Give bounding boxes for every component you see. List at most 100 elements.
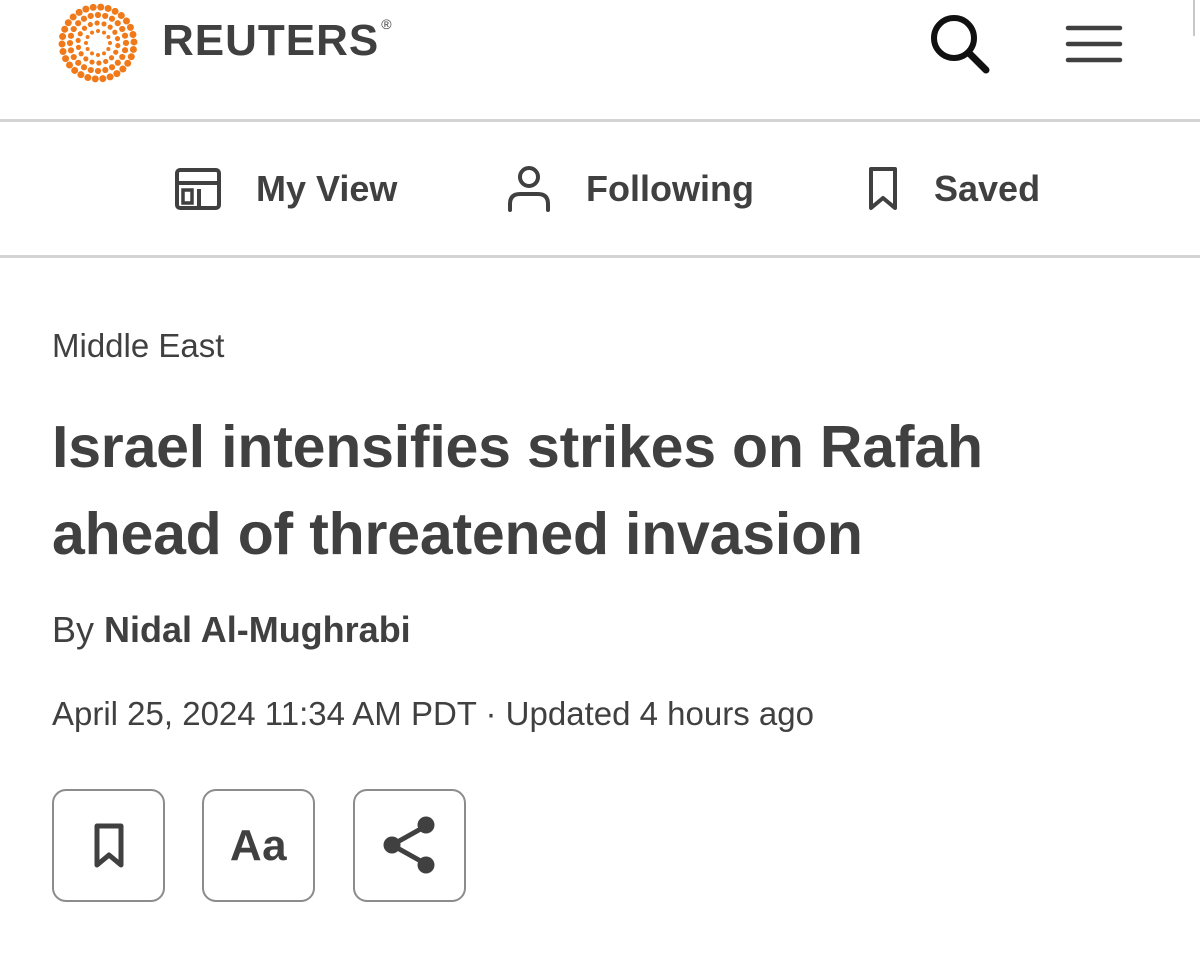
nav-label-saved: Saved xyxy=(934,168,1041,209)
logo-dot xyxy=(122,39,130,47)
registered-mark: ® xyxy=(381,16,393,32)
logo-dot xyxy=(90,30,94,35)
logo-dot xyxy=(91,75,99,83)
logo-dot xyxy=(85,47,90,51)
logo-dot xyxy=(75,20,82,27)
logo-dot xyxy=(117,12,125,20)
logo-dot xyxy=(112,29,118,35)
hamburger-menu-icon xyxy=(1065,25,1123,63)
menu-button[interactable] xyxy=(1064,22,1124,66)
section-link[interactable]: Middle East xyxy=(52,326,224,366)
logo-dot xyxy=(115,42,121,49)
logo-dot xyxy=(82,5,90,13)
logo-dot xyxy=(87,21,93,28)
logo-dot xyxy=(108,41,112,45)
logo-dot xyxy=(113,70,121,78)
logo-dot xyxy=(75,37,81,44)
logo-dot xyxy=(84,41,88,45)
logo-dot xyxy=(75,59,82,66)
logo-dot xyxy=(111,7,119,15)
headline-line-1: Israel intensifies strikes on Rafah xyxy=(52,414,983,480)
headline-line-2: ahead of threatened invasion xyxy=(52,501,863,567)
nav-label-following: Following xyxy=(586,168,754,209)
logo-dot xyxy=(96,29,100,33)
logo-dot xyxy=(119,53,126,61)
logo-dot xyxy=(89,3,97,11)
logo-dot xyxy=(87,66,94,74)
logo-dot xyxy=(67,32,75,39)
author-link[interactable]: Nidal Al-Mughrabi xyxy=(104,609,411,650)
logo-dot xyxy=(108,15,116,22)
logo-dot xyxy=(101,21,107,27)
logo-dot xyxy=(97,3,105,11)
save-article-button[interactable] xyxy=(52,789,165,902)
bookmark-icon xyxy=(94,823,123,867)
bookmark-icon xyxy=(869,167,897,210)
logo-dot xyxy=(104,4,112,12)
search-button[interactable] xyxy=(928,12,992,76)
share-button[interactable] xyxy=(353,789,466,902)
logo-dot xyxy=(114,59,121,66)
nav-divider xyxy=(0,255,1200,258)
logo-dot xyxy=(67,47,75,54)
logo-dot xyxy=(64,19,72,27)
logo-dot xyxy=(106,35,111,39)
logo-dot xyxy=(69,13,77,21)
logo-dot xyxy=(126,23,134,31)
logo-dot xyxy=(96,60,102,66)
logo-dot xyxy=(103,58,109,65)
logo-dot xyxy=(96,53,100,57)
logo-dot xyxy=(59,33,67,41)
user-nav: My View Following Saved xyxy=(0,123,1200,255)
nav-item-saved[interactable]: Saved xyxy=(866,123,1040,255)
logo-dot xyxy=(123,17,130,25)
logo-dot xyxy=(80,64,88,71)
logo-dot xyxy=(89,59,95,65)
logo-dot xyxy=(106,47,111,51)
logo-dot xyxy=(58,40,66,48)
logo-dot xyxy=(114,36,121,42)
logo-dot xyxy=(119,65,127,73)
brand-wordmark: REUTERS ® xyxy=(162,16,393,65)
logo-dot xyxy=(108,64,116,71)
site-header: REUTERS ® xyxy=(0,0,1200,120)
logo-dot xyxy=(85,35,90,39)
logo-dot xyxy=(81,25,88,31)
logo-dot xyxy=(61,25,69,33)
reuters-logo-icon xyxy=(58,3,138,83)
logo-dot xyxy=(102,51,106,56)
logo-dot xyxy=(124,59,132,67)
logo-dot xyxy=(102,30,106,35)
logo-dot xyxy=(102,12,109,20)
text-size-button[interactable]: Aa xyxy=(202,789,315,902)
logo-dot xyxy=(127,53,135,61)
logo-dot xyxy=(77,71,85,79)
logo-dot xyxy=(87,12,94,20)
logo-dot xyxy=(62,55,70,63)
text-size-label: Aa xyxy=(229,820,288,870)
logo-dot xyxy=(94,20,100,26)
nav-item-my-view[interactable]: My View xyxy=(174,123,397,255)
logo-dot xyxy=(71,66,79,74)
logo-dot xyxy=(107,24,113,30)
nav-item-following[interactable]: Following xyxy=(506,123,754,255)
byline-prefix: By xyxy=(52,609,95,650)
dateline: April 25, 2024 11:34 AM PDT · Updated 4 … xyxy=(52,695,814,732)
logo-dot xyxy=(75,44,82,50)
logo-dot xyxy=(78,51,84,57)
logo-dot xyxy=(129,45,137,53)
logo-dot xyxy=(59,48,67,55)
logo-dot xyxy=(70,25,77,33)
layout-icon xyxy=(175,168,221,210)
headline: Israel intensifies strikes on Rafah ahead… xyxy=(52,404,1152,578)
logo-dot xyxy=(66,61,73,69)
nav-label-my-view: My View xyxy=(256,168,398,209)
logo-dot xyxy=(70,53,77,61)
logo-dot xyxy=(102,66,109,74)
logo-dot xyxy=(83,56,89,62)
person-icon xyxy=(508,166,550,212)
logo-dot xyxy=(80,15,88,22)
reuters-logo[interactable]: REUTERS ® xyxy=(50,0,393,86)
brand-name: REUTERS xyxy=(162,16,380,65)
header-divider xyxy=(0,119,1200,122)
